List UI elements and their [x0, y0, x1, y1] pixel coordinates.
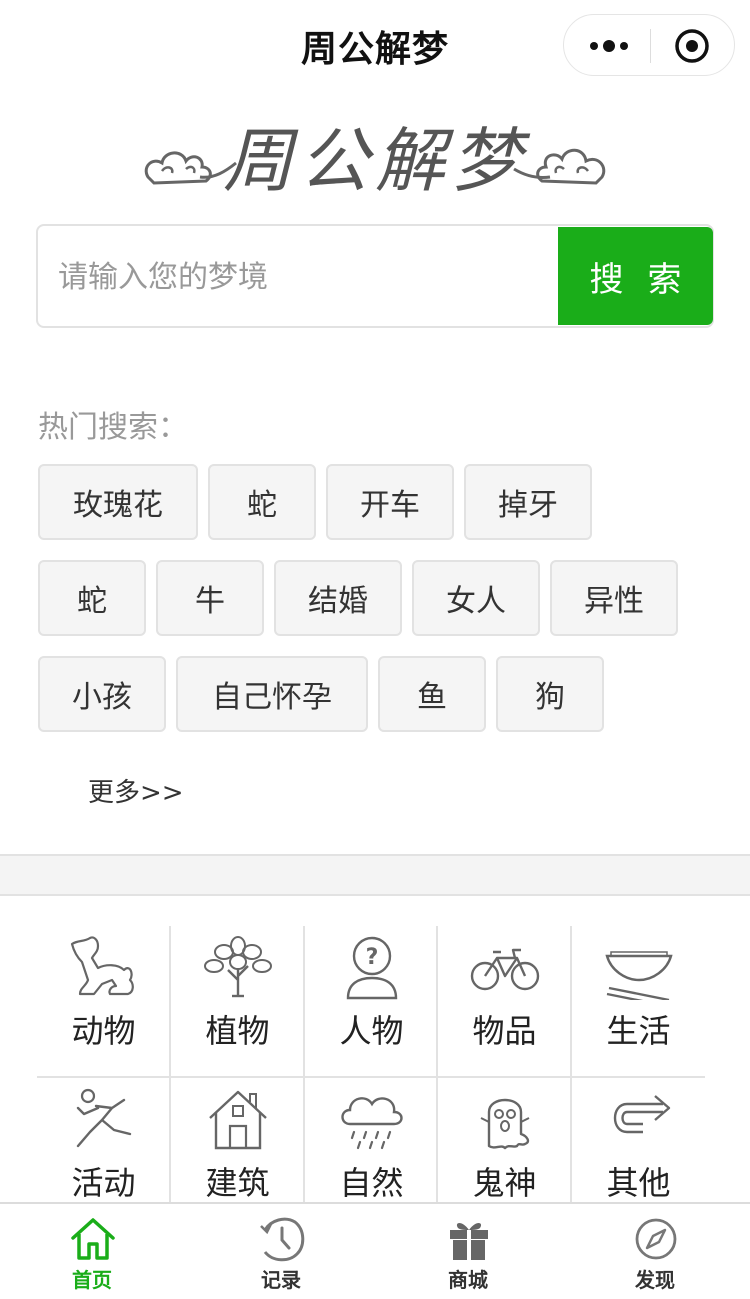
hot-tag[interactable]: 鱼 [378, 656, 486, 732]
more-link[interactable]: 更多>> [88, 772, 184, 809]
category-label: 活动 [71, 1164, 136, 1202]
navigation-bar: 周公解梦 [0, 0, 750, 90]
tree-icon [204, 936, 272, 998]
hot-tag[interactable]: 蛇 [38, 560, 146, 636]
category-label: 物品 [472, 1012, 537, 1050]
category-life[interactable]: 生活 [572, 926, 705, 1076]
search-input[interactable] [58, 254, 538, 300]
category-plant[interactable]: 植物 [171, 926, 304, 1076]
tab-discover[interactable]: 发现 [595, 1212, 715, 1296]
category-label: 植物 [205, 1012, 270, 1050]
clock-icon [260, 1217, 305, 1262]
hot-tag[interactable]: 女人 [412, 560, 540, 636]
tab-label: 商城 [448, 1268, 488, 1292]
hot-tag[interactable]: 狗 [496, 656, 604, 732]
search-bar: 搜索 [36, 224, 714, 328]
house-icon [209, 1090, 267, 1150]
category-item[interactable]: 物品 [438, 926, 571, 1076]
category-label: 人物 [339, 1012, 404, 1050]
bicycle-icon [470, 948, 540, 991]
logo-text: 周公解梦 [223, 120, 527, 202]
tab-mall[interactable]: 商城 [408, 1212, 528, 1296]
right-cloud-icon [513, 148, 606, 185]
tab-label: 首页 [72, 1268, 112, 1292]
tab-label: 发现 [635, 1268, 675, 1292]
bowl-chopsticks-icon [605, 951, 673, 1000]
gift-icon [450, 1223, 488, 1260]
app-logo: 周公解梦 [140, 105, 610, 202]
hot-tag[interactable]: 小孩 [38, 656, 166, 732]
category-person[interactable]: ? 人物 [305, 926, 438, 1076]
hot-tag[interactable]: 开车 [326, 464, 454, 540]
category-label: 建筑 [205, 1164, 270, 1202]
running-icon [76, 1088, 132, 1148]
category-label: 其他 [606, 1164, 671, 1202]
compass-icon [635, 1218, 677, 1260]
category-label: 自然 [339, 1164, 404, 1202]
home-icon [71, 1218, 115, 1260]
tab-home[interactable]: 首页 [32, 1212, 152, 1296]
category-label: 生活 [606, 1012, 671, 1050]
hot-tag[interactable]: 蛇 [208, 464, 316, 540]
search-button[interactable]: 搜索 [558, 227, 713, 325]
svg-text:?: ? [366, 945, 379, 970]
hot-tag[interactable]: 掉牙 [464, 464, 592, 540]
category-label: 鬼神 [472, 1164, 537, 1202]
tab-records[interactable]: 记录 [221, 1212, 341, 1296]
capsule-divider [650, 29, 651, 63]
tab-label: 记录 [261, 1268, 301, 1292]
dog-icon [70, 936, 134, 996]
hot-search-title: 热门搜索： [38, 410, 188, 445]
turn-arrow-icon [613, 1095, 671, 1134]
hot-tag[interactable]: 结婚 [274, 560, 402, 636]
hot-tag[interactable]: 自己怀孕 [176, 656, 368, 732]
more-options-icon[interactable] [586, 31, 632, 61]
category-label: 动物 [71, 1012, 136, 1050]
hot-tag[interactable]: 玫瑰花 [38, 464, 198, 540]
rain-cloud-icon [341, 1097, 403, 1150]
mini-program-capsule [563, 14, 735, 76]
person-icon: ? [346, 936, 398, 1000]
close-target-icon[interactable] [674, 28, 710, 64]
section-divider [0, 854, 750, 896]
category-grid: 动物 植物 ? 人物 物品 生活 活动 建筑 自然 鬼神 其他 [37, 926, 705, 1216]
hot-tag[interactable]: 异性 [550, 560, 678, 636]
bottom-tab-bar: 首页 记录 商城 发现 [0, 1202, 750, 1299]
hot-tag[interactable]: 牛 [156, 560, 264, 636]
category-animal[interactable]: 动物 [37, 926, 170, 1076]
ghost-icon [480, 1098, 530, 1150]
